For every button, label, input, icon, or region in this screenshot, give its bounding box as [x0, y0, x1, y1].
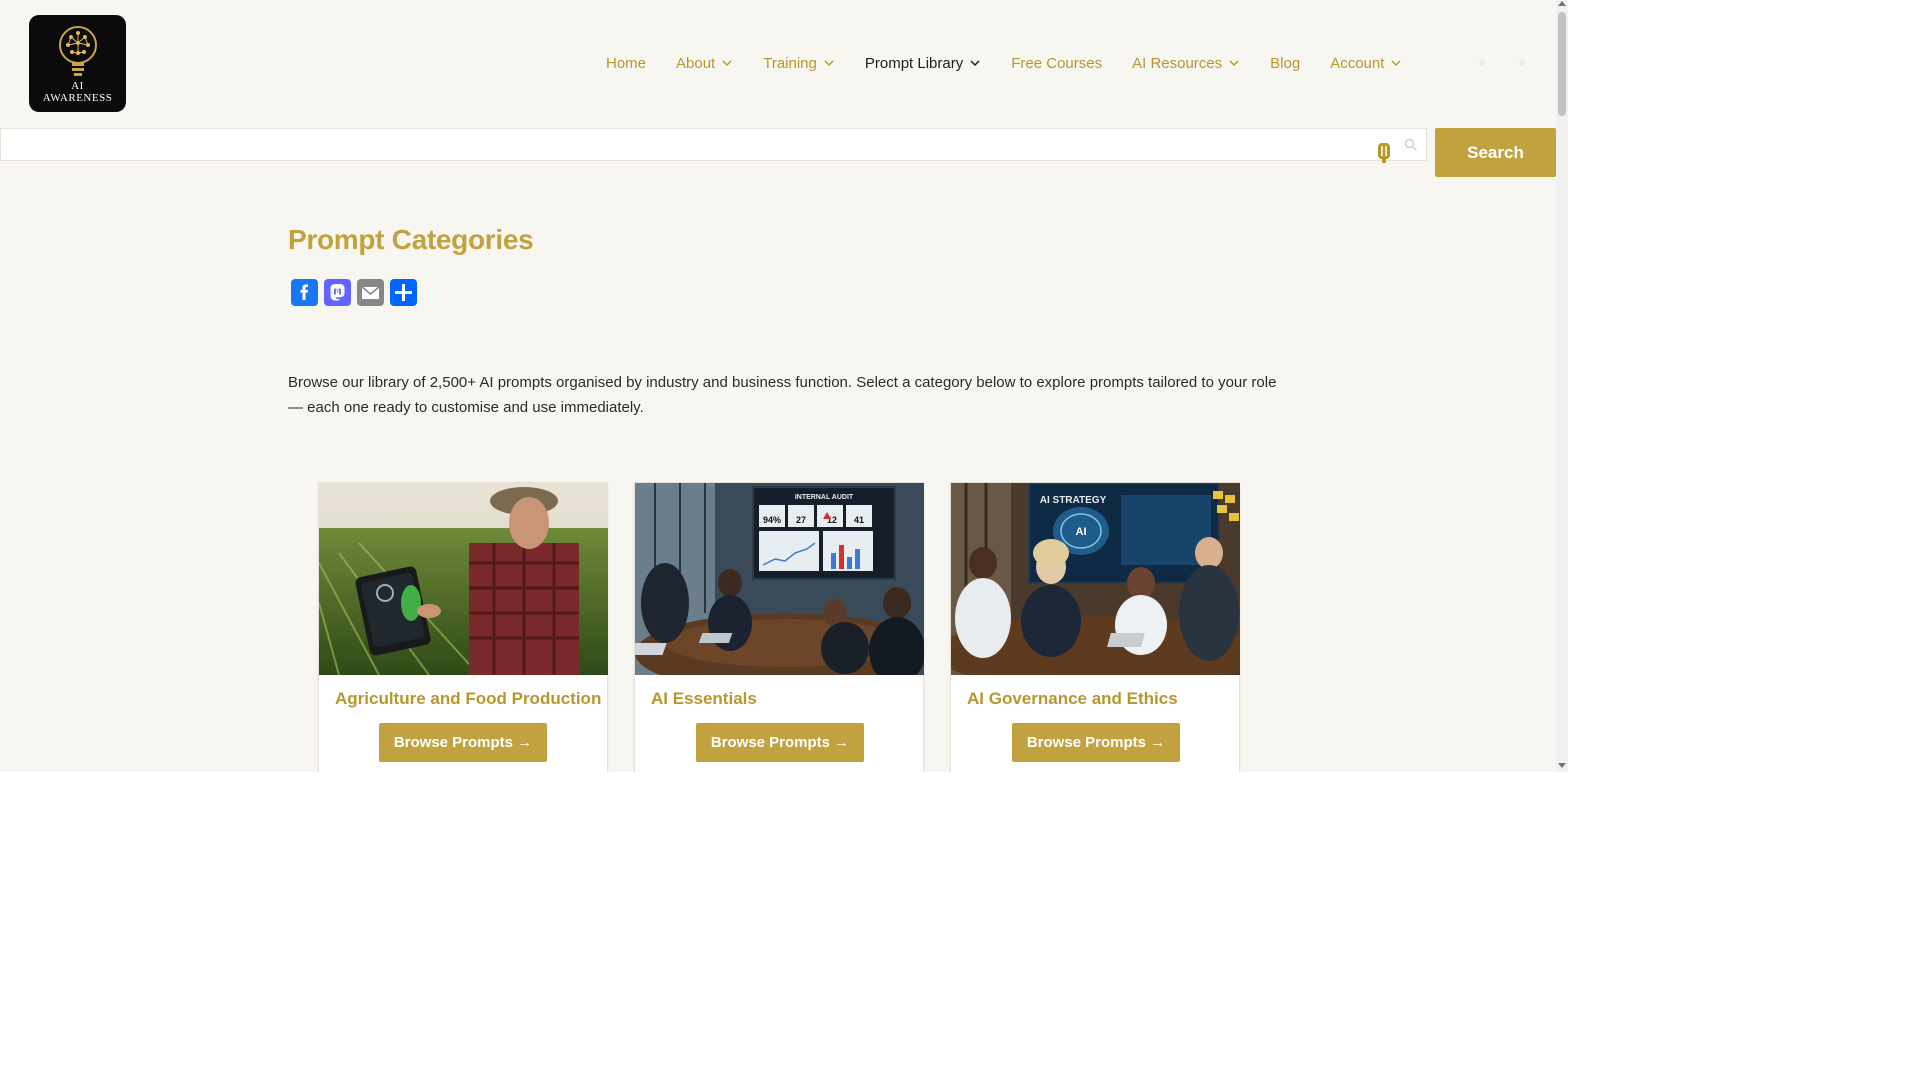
site-logo[interactable]: AI AWARENESS: [29, 15, 126, 112]
audit-stat: 94%: [763, 515, 781, 525]
logo-text-line1: AI: [71, 80, 84, 92]
share-plus-icon[interactable]: [390, 279, 417, 306]
page-scrollbar[interactable]: [1556, 0, 1568, 772]
logo-text-line2: AWARENESS: [42, 92, 113, 104]
nav-item-home[interactable]: Home: [606, 55, 646, 72]
scroll-up-arrow-icon[interactable]: [1558, 1, 1566, 6]
card-image-agriculture[interactable]: [319, 483, 608, 675]
strategy-board-title: AI STRATEGY: [1040, 495, 1107, 506]
search-toggle-icon[interactable]: ●: [1478, 55, 1492, 69]
nav-item-free-courses[interactable]: Free Courses: [1011, 55, 1102, 72]
category-card[interactable]: AI STRATEGY AI AI Governance and Ethics …: [950, 482, 1240, 772]
page-viewport: AI AWARENESS Home About Training Prompt …: [0, 0, 1568, 772]
nav-item-label: AI Resources: [1132, 54, 1223, 72]
scrollbar-thumb[interactable]: [1558, 12, 1566, 116]
browse-prompts-button[interactable]: Browse Prompts →: [696, 723, 864, 762]
nav-item-label: Training: [763, 54, 817, 72]
category-cards: Agriculture and Food Production Browse P…: [318, 482, 1240, 772]
browse-prompts-button[interactable]: Browse Prompts →: [379, 723, 547, 762]
card-image-ai-essentials[interactable]: INTERNAL AUDIT 94% 27 12 41: [635, 483, 924, 675]
search-icon[interactable]: [1404, 138, 1418, 152]
nav-item-prompt-library[interactable]: Prompt Library: [865, 55, 981, 72]
strategy-center-label: AI: [1076, 526, 1087, 538]
microphone-icon[interactable]: [1376, 141, 1392, 165]
nav-item-label: Blog: [1270, 54, 1301, 72]
search-input[interactable]: [1, 129, 1426, 160]
chevron-down-icon: [1391, 60, 1401, 67]
intro-text: Browse our library of 2,500+ AI prompts …: [288, 374, 1277, 416]
chevron-down-icon: [722, 60, 732, 67]
nav-item-label: Free Courses: [1011, 54, 1103, 72]
nav-item-label: About: [676, 54, 716, 72]
card-title[interactable]: Agriculture and Food Production: [335, 689, 601, 709]
share-buttons: [291, 279, 417, 306]
nav-item-ai-resources[interactable]: AI Resources: [1132, 55, 1240, 72]
mastodon-icon[interactable]: [324, 279, 351, 306]
cart-icon[interactable]: ●: [1518, 55, 1532, 69]
category-card[interactable]: INTERNAL AUDIT 94% 27 12 41 AI Essential…: [634, 482, 924, 772]
audit-stat: 27: [796, 515, 806, 525]
lightbulb-brain-icon: [59, 26, 97, 76]
chevron-down-icon: [970, 60, 980, 67]
search-bar: [0, 128, 1427, 161]
page-title: Prompt Categories: [288, 224, 534, 255]
nav-item-training[interactable]: Training: [763, 55, 835, 72]
nav-item-account[interactable]: Account: [1330, 55, 1402, 72]
browse-prompts-button[interactable]: Browse Prompts →: [1012, 723, 1180, 762]
main-nav: Home About Training Prompt Library Free …: [606, 50, 1432, 76]
search-button[interactable]: Search: [1435, 128, 1556, 177]
scroll-down-arrow-icon[interactable]: [1558, 763, 1566, 768]
card-title[interactable]: AI Governance and Ethics: [967, 689, 1178, 709]
card-image-ai-governance[interactable]: AI STRATEGY AI: [951, 483, 1240, 675]
audit-board-title: INTERNAL AUDIT: [795, 494, 854, 501]
chevron-down-icon: [824, 60, 834, 67]
nav-item-about[interactable]: About: [676, 55, 733, 72]
header-faint-icons: ● ●: [1478, 55, 1532, 69]
audit-stat: 41: [854, 515, 864, 525]
email-icon[interactable]: [357, 279, 384, 306]
chevron-down-icon: [1229, 60, 1239, 67]
category-card[interactable]: Agriculture and Food Production Browse P…: [318, 482, 608, 772]
nav-item-label: Home: [606, 54, 647, 72]
nav-item-label: Prompt Library: [864, 54, 964, 72]
nav-item-label: Account: [1330, 54, 1385, 72]
facebook-icon[interactable]: [291, 279, 318, 306]
nav-item-blog[interactable]: Blog: [1270, 55, 1300, 72]
card-title[interactable]: AI Essentials: [651, 689, 757, 709]
